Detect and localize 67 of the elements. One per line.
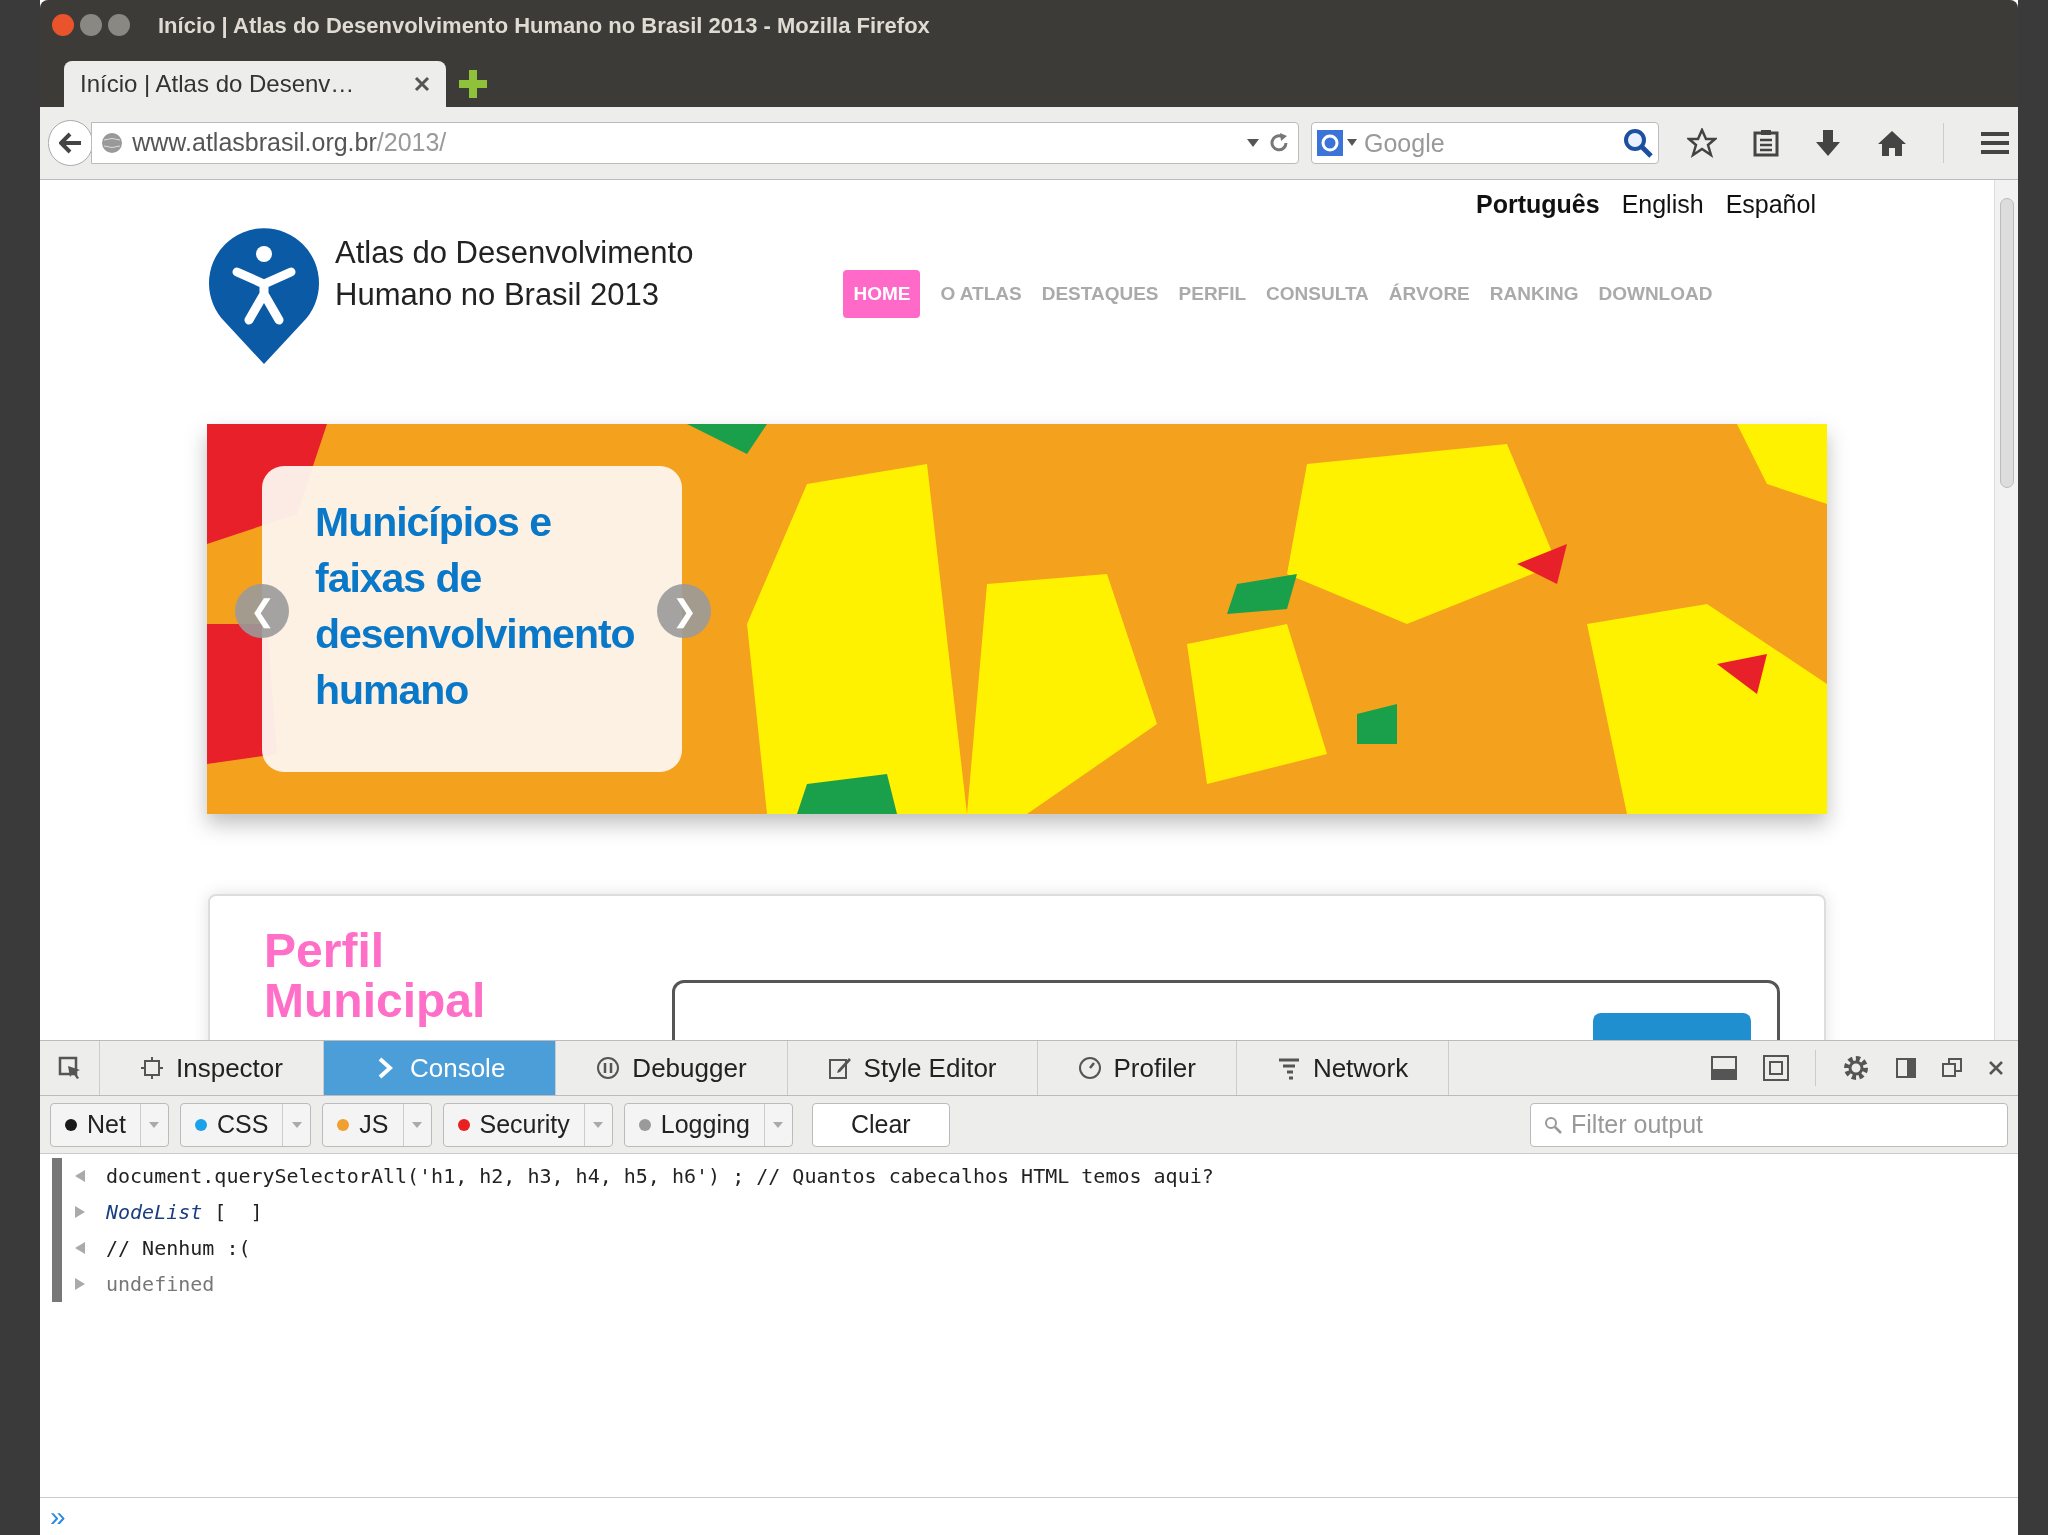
dock-side-icon[interactable] bbox=[1896, 1058, 1916, 1078]
window-icon[interactable] bbox=[1942, 1058, 1962, 1078]
scrollbar[interactable] bbox=[1994, 180, 2018, 1040]
output-arrow-icon bbox=[74, 1277, 86, 1291]
console-line: document.querySelectorAll('h1, h2, h3, h4, h5, h6') ; // Quantos cabecalhos HTML temos aqui? bbox=[106, 1163, 1214, 1190]
settings-icon[interactable] bbox=[1842, 1054, 1870, 1082]
caret-icon bbox=[411, 1120, 423, 1129]
caret-icon bbox=[592, 1120, 605, 1129]
language-link[interactable]: Español bbox=[1725, 186, 1816, 224]
search-icon bbox=[1544, 1115, 1562, 1134]
home-icon[interactable] bbox=[1877, 129, 1907, 157]
window-title: Início | Atlas do Desenvolvimento Humano no Brasil 2013 - Mozilla Firefox bbox=[158, 11, 930, 40]
pencil-icon bbox=[827, 1056, 852, 1080]
gauge-icon bbox=[1077, 1056, 1102, 1080]
output-arrow-icon bbox=[74, 1205, 86, 1219]
search-field[interactable]: Google bbox=[1311, 122, 1659, 164]
clear-button[interactable]: Clear bbox=[811, 1102, 950, 1147]
language-link[interactable]: Português bbox=[1476, 186, 1600, 224]
prompt-marker: » bbox=[50, 1502, 66, 1531]
reload-icon[interactable] bbox=[1268, 132, 1290, 154]
back-button[interactable] bbox=[48, 120, 94, 166]
devtools-tab[interactable]: Profiler bbox=[1037, 1041, 1237, 1095]
new-tab-icon[interactable] bbox=[458, 69, 488, 99]
console-line[interactable]: NodeList bbox=[106, 1197, 203, 1227]
search-engine-icon[interactable] bbox=[1315, 128, 1359, 158]
split-console-icon[interactable] bbox=[1711, 1056, 1737, 1080]
back-arrow-icon bbox=[58, 132, 83, 154]
caret-icon bbox=[148, 1120, 161, 1129]
url-field[interactable]: www.atlasbrasil.org.br/2013/ bbox=[91, 122, 1299, 164]
input-arrow-icon bbox=[74, 1169, 86, 1183]
search-icon[interactable] bbox=[1623, 128, 1653, 158]
console-line: undefined bbox=[106, 1271, 215, 1298]
pause-icon bbox=[596, 1056, 621, 1080]
input-arrow-icon bbox=[74, 1241, 86, 1255]
logo-text: Humano no Brasil 2013 bbox=[335, 275, 660, 314]
slide-caption: Municípios e faixas de desenvolvimento humano bbox=[315, 497, 636, 715]
maximize-button[interactable] bbox=[108, 14, 130, 36]
devtools-tab[interactable]: Debugger bbox=[556, 1041, 788, 1095]
crosshair-icon bbox=[140, 1056, 164, 1080]
url-host: www.atlasbrasil.org.br bbox=[132, 128, 377, 157]
minimize-button[interactable] bbox=[80, 14, 102, 36]
console-value: [ ] bbox=[214, 1199, 263, 1226]
submit-button[interactable] bbox=[1593, 1012, 1751, 1040]
pointer-icon bbox=[57, 1056, 82, 1080]
close-icon[interactable] bbox=[1988, 1060, 2004, 1076]
language-link[interactable]: English bbox=[1621, 186, 1704, 224]
close-icon[interactable] bbox=[414, 76, 430, 92]
star-icon[interactable] bbox=[1687, 128, 1717, 158]
download-icon[interactable] bbox=[1815, 129, 1841, 157]
filter-output-field[interactable]: Filter output bbox=[1530, 1102, 2008, 1147]
logo-text: Atlas do Desenvolvimento bbox=[335, 233, 694, 272]
close-button[interactable] bbox=[52, 14, 74, 36]
browser-tab[interactable]: Início | Atlas do Desenv… bbox=[64, 61, 446, 107]
devtools-tab[interactable]: Inspector bbox=[100, 1041, 324, 1095]
caret-icon bbox=[772, 1120, 785, 1129]
section-title: Perfil Municipal bbox=[264, 925, 486, 1026]
lines-icon bbox=[1276, 1056, 1301, 1080]
clipboard-icon[interactable] bbox=[1753, 129, 1779, 157]
globe-icon bbox=[100, 131, 125, 155]
menu-icon[interactable] bbox=[1980, 131, 2010, 155]
url-path: /2013/ bbox=[376, 128, 447, 157]
responsive-icon[interactable] bbox=[1763, 1055, 1789, 1081]
console-line: // Nenhum :( bbox=[106, 1235, 251, 1262]
devtools-tab[interactable]: Network bbox=[1236, 1041, 1450, 1095]
devtools-tab[interactable]: Style Editor bbox=[787, 1041, 1038, 1095]
dropdown-icon[interactable] bbox=[1246, 138, 1260, 148]
caret-icon bbox=[290, 1120, 303, 1129]
